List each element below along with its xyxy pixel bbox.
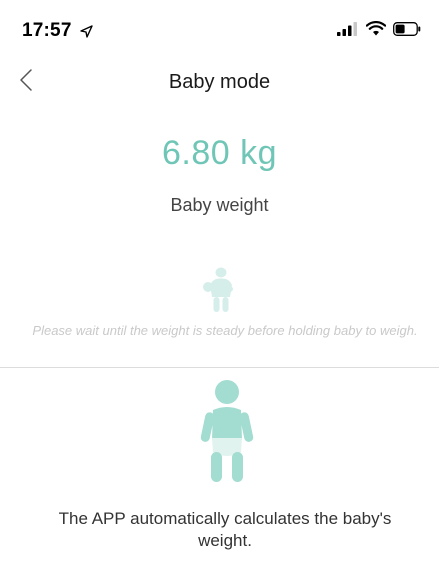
status-time-text: 17:57 bbox=[22, 20, 72, 41]
status-bar: 17:57 bbox=[0, 0, 439, 60]
auto-calc-instruction: The APP automatically calculates the bab… bbox=[58, 509, 392, 550]
navigation-bar: Baby mode bbox=[0, 60, 439, 104]
adult-holding-baby-icon bbox=[199, 266, 243, 314]
status-time: 17:57 bbox=[22, 20, 93, 44]
status-icons bbox=[337, 21, 421, 41]
weight-label: Baby weight bbox=[170, 195, 269, 215]
battery-icon bbox=[393, 21, 421, 41]
divider bbox=[0, 367, 439, 368]
wifi-icon bbox=[365, 21, 387, 41]
baby-icon bbox=[197, 378, 257, 484]
weight-value: 6.80 kg bbox=[161, 134, 278, 172]
wait-instruction: Please wait until the weight is steady b… bbox=[32, 323, 418, 338]
cellular-signal-icon bbox=[337, 21, 359, 41]
location-arrow-icon bbox=[80, 22, 93, 44]
page-title: Baby mode bbox=[168, 71, 271, 93]
